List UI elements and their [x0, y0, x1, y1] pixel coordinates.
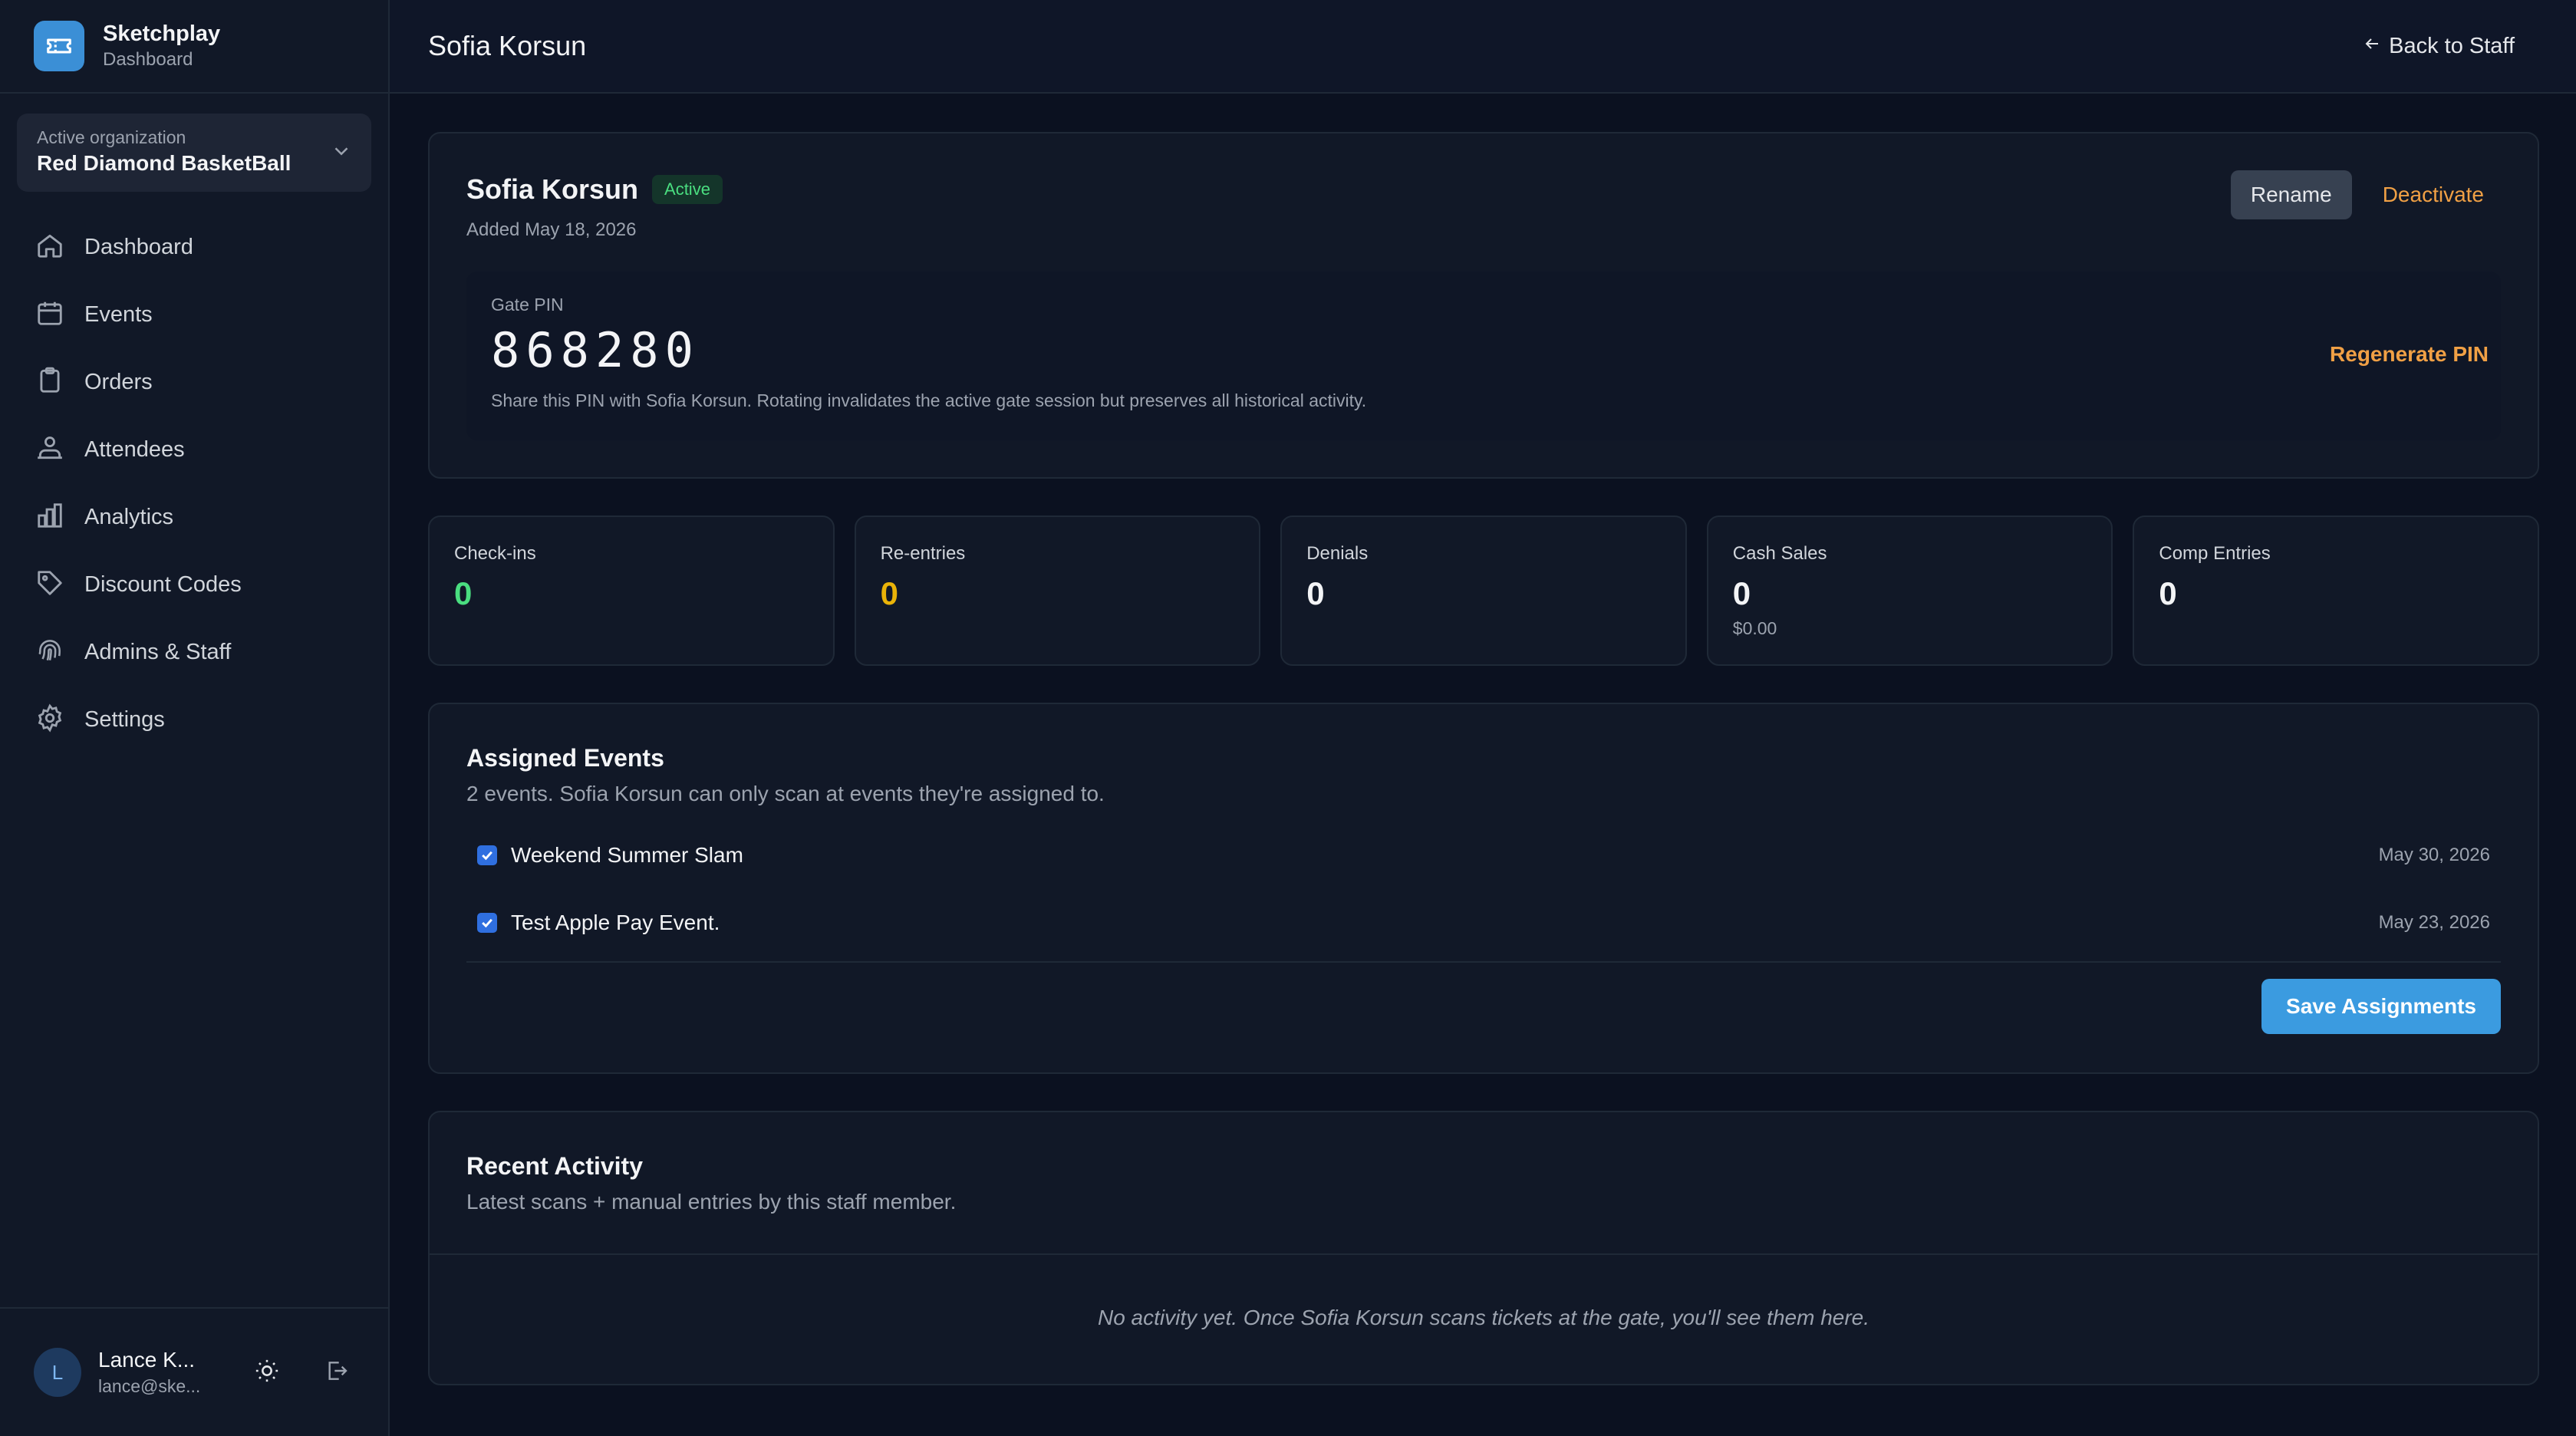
home-icon	[35, 231, 64, 264]
sidebar-item-orders[interactable]: Orders	[0, 348, 388, 416]
logout-icon	[324, 1359, 349, 1387]
event-name: Weekend Summer Slam	[511, 843, 743, 867]
recent-activity-card: Recent Activity Latest scans + manual en…	[428, 1111, 2539, 1385]
fingerprint-icon	[35, 636, 64, 669]
stat-label: Denials	[1306, 543, 1369, 564]
topbar: Sofia Korsun Back to Staff	[390, 0, 2576, 94]
app-root: Sketchplay Dashboard Active organization…	[0, 0, 2576, 1436]
event-row[interactable]: Test Apple Pay Event. May 23, 2026	[466, 889, 2501, 957]
section-title: Recent Activity	[466, 1152, 643, 1180]
stat-card-comp-entries: Comp Entries 0	[2133, 515, 2539, 666]
main: Sofia Korsun Back to Staff Sofia Korsun …	[390, 0, 2576, 1436]
stat-label: Comp Entries	[2159, 543, 2271, 564]
back-to-staff-link[interactable]: Back to Staff	[2363, 34, 2515, 59]
sun-icon	[254, 1358, 280, 1388]
sidebar: Sketchplay Dashboard Active organization…	[0, 0, 390, 1436]
sidebar-item-label: Settings	[84, 706, 165, 732]
empty-state-message: No activity yet. Once Sofia Korsun scans…	[1097, 1306, 1870, 1329]
tag-icon	[35, 568, 64, 601]
stat-value: 0	[1732, 575, 1751, 611]
stat-value: 0	[454, 575, 473, 611]
sidebar-item-events[interactable]: Events	[0, 281, 388, 348]
sidebar-item-label: Orders	[84, 369, 153, 394]
sidebar-item-label: Attendees	[84, 436, 185, 462]
stat-value: 0	[880, 575, 898, 611]
stats-row: Check-ins 0 Re-entries 0 Denials 0 Cash …	[428, 515, 2539, 666]
sidebar-item-dashboard[interactable]: Dashboard	[0, 213, 388, 281]
stat-label: Check-ins	[454, 543, 536, 564]
sidebar-item-settings[interactable]: Settings	[0, 686, 388, 753]
assigned-events-card: Assigned Events 2 events. Sofia Korsun c…	[428, 703, 2539, 1074]
event-checkbox[interactable]	[477, 845, 497, 865]
stat-label: Cash Sales	[1732, 543, 1827, 564]
brand-subtitle: Dashboard	[103, 49, 193, 70]
section-description: Latest scans + manual entries by this st…	[466, 1190, 957, 1214]
stat-card-denials: Denials 0	[1280, 515, 1687, 666]
back-label: Back to Staff	[2389, 33, 2515, 58]
sidebar-item-attendees[interactable]: Attendees	[0, 416, 388, 483]
sidebar-nav: Dashboard Events Orders Attendees Analyt…	[0, 213, 388, 753]
added-date: Added May 18, 2026	[466, 219, 637, 240]
stat-subvalue: $0.00	[1732, 618, 1777, 638]
brand-name: Sketchplay	[103, 21, 221, 46]
gate-pin-panel: Gate PIN 868280 Share this PIN with Sofi…	[466, 272, 2501, 440]
pin-help-text: Share this PIN with Sofia Korsun. Rotati…	[491, 390, 1367, 410]
user-email: lance@ske...	[98, 1376, 201, 1396]
stat-card-reentries: Re-entries 0	[854, 515, 1261, 666]
ticket-icon	[34, 21, 84, 71]
staff-profile-card: Sofia Korsun Active Added May 18, 2026 R…	[428, 132, 2539, 479]
org-switcher[interactable]: Active organization Red Diamond BasketBa…	[17, 114, 371, 192]
save-assignments-button[interactable]: Save Assignments	[2261, 979, 2501, 1034]
brand[interactable]: Sketchplay Dashboard	[0, 0, 388, 94]
logout-button[interactable]	[319, 1354, 355, 1391]
sidebar-item-label: Admins & Staff	[84, 639, 232, 664]
pin-value: 868280	[491, 322, 700, 378]
pin-label: Gate PIN	[491, 295, 564, 315]
event-name: Test Apple Pay Event.	[511, 911, 720, 934]
regenerate-pin-button[interactable]: Regenerate PIN	[2330, 342, 2489, 367]
sidebar-item-label: Dashboard	[84, 234, 193, 259]
sidebar-item-discount-codes[interactable]: Discount Codes	[0, 551, 388, 618]
org-label: Active organization	[37, 127, 186, 147]
status-badge: Active	[652, 175, 723, 204]
section-description: 2 events. Sofia Korsun can only scan at …	[466, 782, 1105, 805]
sidebar-item-label: Analytics	[84, 504, 174, 529]
deactivate-button[interactable]: Deactivate	[2383, 183, 2484, 207]
sidebar-item-admins-staff[interactable]: Admins & Staff	[0, 618, 388, 686]
stat-label: Re-entries	[880, 543, 966, 564]
event-date: May 23, 2026	[2378, 912, 2490, 933]
theme-toggle-button[interactable]	[249, 1354, 285, 1391]
clipboard-icon	[35, 366, 64, 399]
attendees-icon	[35, 433, 64, 466]
rename-button[interactable]: Rename	[2230, 170, 2352, 219]
page-title: Sofia Korsun	[428, 30, 587, 61]
gear-icon	[35, 703, 64, 736]
divider	[466, 961, 2501, 963]
stat-value: 0	[2159, 575, 2177, 611]
stat-value: 0	[1306, 575, 1325, 611]
org-name: Red Diamond BasketBall	[37, 151, 292, 175]
user-name: Lance K...	[98, 1348, 196, 1372]
event-list: Weekend Summer Slam May 30, 2026 Test Ap…	[466, 822, 2501, 957]
sidebar-item-label: Events	[84, 301, 153, 327]
calendar-icon	[35, 298, 64, 331]
event-row[interactable]: Weekend Summer Slam May 30, 2026	[466, 822, 2501, 889]
avatar[interactable]: L	[34, 1348, 81, 1397]
stat-card-checkins: Check-ins 0	[428, 515, 835, 666]
sidebar-item-analytics[interactable]: Analytics	[0, 483, 388, 551]
section-title: Assigned Events	[466, 744, 664, 772]
stat-card-cash-sales: Cash Sales 0 $0.00	[1706, 515, 2113, 666]
staff-name: Sofia Korsun	[466, 173, 639, 205]
sidebar-item-label: Discount Codes	[84, 571, 242, 597]
chevron-down-icon	[330, 140, 353, 166]
content: Sofia Korsun Active Added May 18, 2026 R…	[390, 94, 2576, 1385]
arrow-left-icon	[2363, 34, 2381, 59]
bar-chart-icon	[35, 501, 64, 534]
event-date: May 30, 2026	[2378, 845, 2490, 865]
event-checkbox[interactable]	[477, 913, 497, 933]
user-panel: L Lance K... lance@ske...	[0, 1307, 388, 1436]
